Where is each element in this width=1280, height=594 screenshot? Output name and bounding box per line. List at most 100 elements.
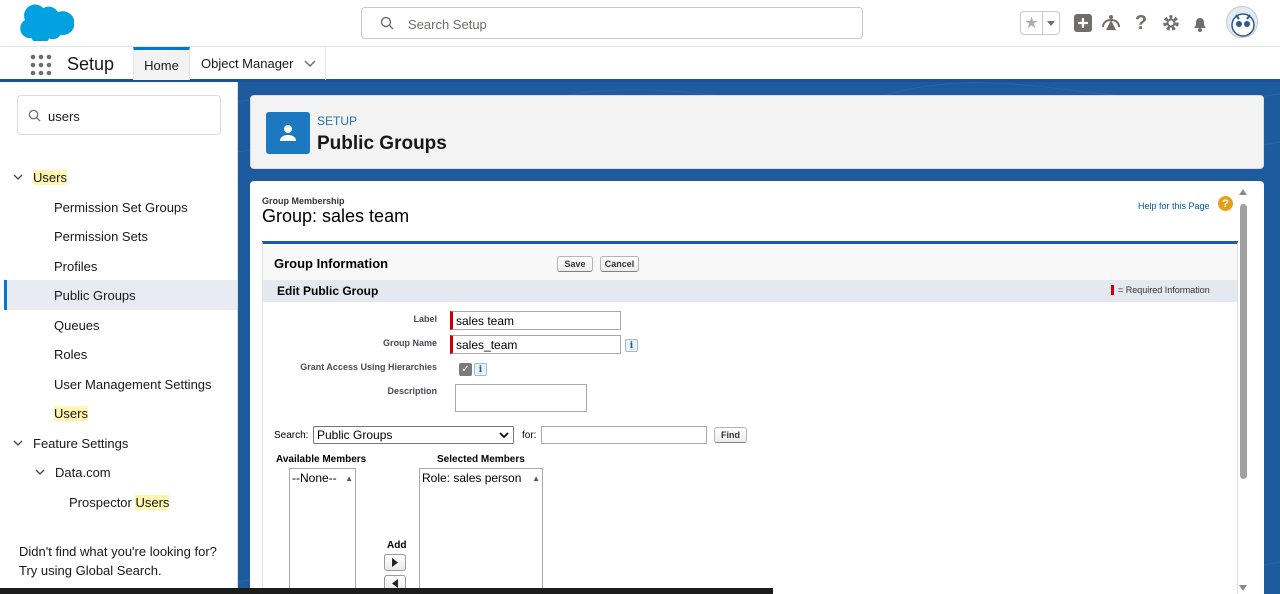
find-button[interactable]: Find	[714, 427, 747, 443]
sidebar-item-roles[interactable]: Roles	[4, 339, 237, 369]
context-nav-bar: Setup Home Object Manager	[0, 46, 1280, 82]
scroll-down-icon[interactable]	[1239, 585, 1247, 591]
salesforce-logo[interactable]	[18, 3, 74, 41]
scroll-up-icon[interactable]: ▲	[345, 474, 353, 483]
help-icon[interactable]: ?	[1130, 12, 1152, 34]
global-search[interactable]	[361, 7, 863, 39]
add-member-button[interactable]	[384, 554, 406, 571]
content-scrollbar[interactable]	[1236, 187, 1250, 594]
cancel-button[interactable]: Cancel	[600, 256, 639, 272]
favorites-group: ★	[1020, 11, 1060, 35]
sidebar-item-profiles[interactable]: Profiles	[4, 251, 237, 281]
os-taskbar-strip	[0, 588, 773, 594]
sidebar-item-users[interactable]: Users	[4, 398, 237, 428]
selected-members-list[interactable]: Role: sales person ▲	[419, 468, 543, 594]
sidebar-item-queues[interactable]: Queues	[4, 310, 237, 340]
save-button[interactable]: Save	[557, 256, 593, 272]
tree-section-users[interactable]: Users	[4, 162, 237, 192]
sidebar-footer-line1: Didn't find what you're looking for?	[19, 544, 217, 559]
tab-home-label: Home	[144, 57, 179, 73]
search-icon	[28, 109, 41, 122]
section-title: Edit Public Group	[277, 284, 379, 298]
global-search-input[interactable]	[408, 14, 838, 34]
help-question-icon[interactable]: ?	[1218, 196, 1233, 211]
required-information-text: = Required Information	[1118, 285, 1210, 295]
global-actions-icon[interactable]	[1072, 12, 1094, 34]
add-label: Add	[387, 540, 407, 551]
sidebar-item-permission-set-groups[interactable]: Permission Set Groups	[4, 192, 237, 222]
tree-section-feature-settings[interactable]: Feature Settings	[4, 428, 237, 458]
label-field-label: Label	[413, 314, 437, 324]
required-marker	[1111, 285, 1114, 295]
info-icon[interactable]: i	[474, 363, 487, 376]
chevron-down-icon[interactable]	[33, 465, 47, 479]
required-information-legend: = Required Information	[1111, 285, 1210, 295]
tree-label: Data.com	[55, 464, 111, 480]
page-eyebrow: SETUP	[317, 114, 358, 128]
sidebar-item-permission-sets[interactable]: Permission Sets	[4, 221, 237, 251]
sidebar-item-prospector-users[interactable]: Prospector Users	[4, 487, 237, 517]
favorites-dropdown-icon[interactable]	[1042, 12, 1059, 34]
setup-gear-icon[interactable]	[1160, 12, 1182, 34]
quick-find-input[interactable]	[48, 106, 208, 126]
page-title: Public Groups	[317, 133, 447, 154]
list-item[interactable]: --None--	[292, 471, 353, 485]
arrow-left-icon	[392, 579, 398, 588]
sidebar-item-label: Permission Sets	[54, 228, 148, 244]
group-name-field-label: Group Name	[382, 338, 437, 348]
chevron-down-icon[interactable]	[303, 59, 316, 68]
search-icon	[380, 16, 394, 30]
search-label: Search:	[274, 430, 309, 441]
for-input[interactable]	[541, 426, 707, 444]
scroll-up-icon[interactable]	[1239, 189, 1247, 195]
description-field-label: Description	[387, 386, 437, 396]
content-panel: Group Membership Group: sales team Help …	[250, 181, 1264, 594]
sidebar-item-label: Roles	[54, 346, 88, 362]
arrow-right-icon	[392, 558, 398, 567]
description-textarea[interactable]	[455, 384, 587, 412]
sidebar-item-label: Users	[54, 405, 88, 421]
sidebar-item-label: Queues	[54, 317, 100, 333]
group-name-input[interactable]: sales_team	[450, 335, 621, 354]
tree-section-datacom[interactable]: Data.com	[4, 457, 237, 487]
list-item[interactable]: Role: sales person	[422, 471, 540, 485]
chevron-down-icon[interactable]	[11, 436, 25, 450]
group-information-title: Group Information	[274, 256, 389, 271]
selected-members-header: Selected Members	[437, 454, 525, 465]
notifications-bell-icon[interactable]	[1189, 12, 1211, 34]
sidebar-item-label: Prospector	[69, 494, 136, 510]
member-type-select[interactable]: Public Groups	[313, 426, 514, 444]
chevron-down-icon[interactable]	[11, 170, 25, 184]
public-groups-icon	[266, 112, 310, 154]
trailhead-guidance-icon[interactable]	[1100, 12, 1122, 34]
quick-find-box[interactable]	[17, 95, 221, 135]
sidebar-item-user-management-settings[interactable]: User Management Settings	[4, 369, 237, 399]
global-header: ★ ?	[0, 0, 1280, 46]
scrollbar-thumb[interactable]	[1240, 204, 1247, 479]
info-icon[interactable]: i	[625, 339, 638, 352]
tab-object-manager-label: Object Manager	[201, 56, 294, 71]
label-input[interactable]: sales team	[450, 311, 621, 330]
setup-sidebar: Users Permission Set Groups Permission S…	[4, 82, 238, 594]
page-header: SETUP Public Groups	[250, 95, 1264, 169]
sidebar-footer: Didn't find what you're looking for? Try…	[19, 542, 229, 580]
chevron-down-icon	[499, 432, 509, 439]
tab-object-manager[interactable]: Object Manager	[190, 47, 326, 80]
app-launcher-icon[interactable]	[30, 54, 52, 76]
tab-home[interactable]: Home	[133, 47, 190, 80]
user-avatar[interactable]	[1226, 6, 1258, 38]
app-name: Setup	[67, 54, 115, 74]
favorite-star-icon[interactable]: ★	[1021, 12, 1042, 34]
sidebar-item-label: User Management Settings	[54, 376, 212, 392]
sidebar-item-label: Profiles	[54, 258, 98, 274]
member-type-selected: Public Groups	[317, 428, 393, 442]
help-for-this-page-link[interactable]: Help for this Page	[1138, 201, 1210, 211]
grant-access-field-label: Grant Access Using Hierarchies	[300, 362, 437, 372]
scroll-up-icon[interactable]: ▲	[532, 474, 540, 483]
sidebar-item-public-groups[interactable]: Public Groups	[4, 280, 237, 310]
available-members-header: Available Members	[276, 454, 367, 465]
sidebar-item-label: Permission Set Groups	[54, 199, 188, 215]
sidebar-item-label-highlight: Users	[135, 494, 170, 510]
available-members-list[interactable]: --None-- ▲	[289, 468, 356, 594]
grant-access-checkbox[interactable]: ✓	[459, 363, 472, 376]
